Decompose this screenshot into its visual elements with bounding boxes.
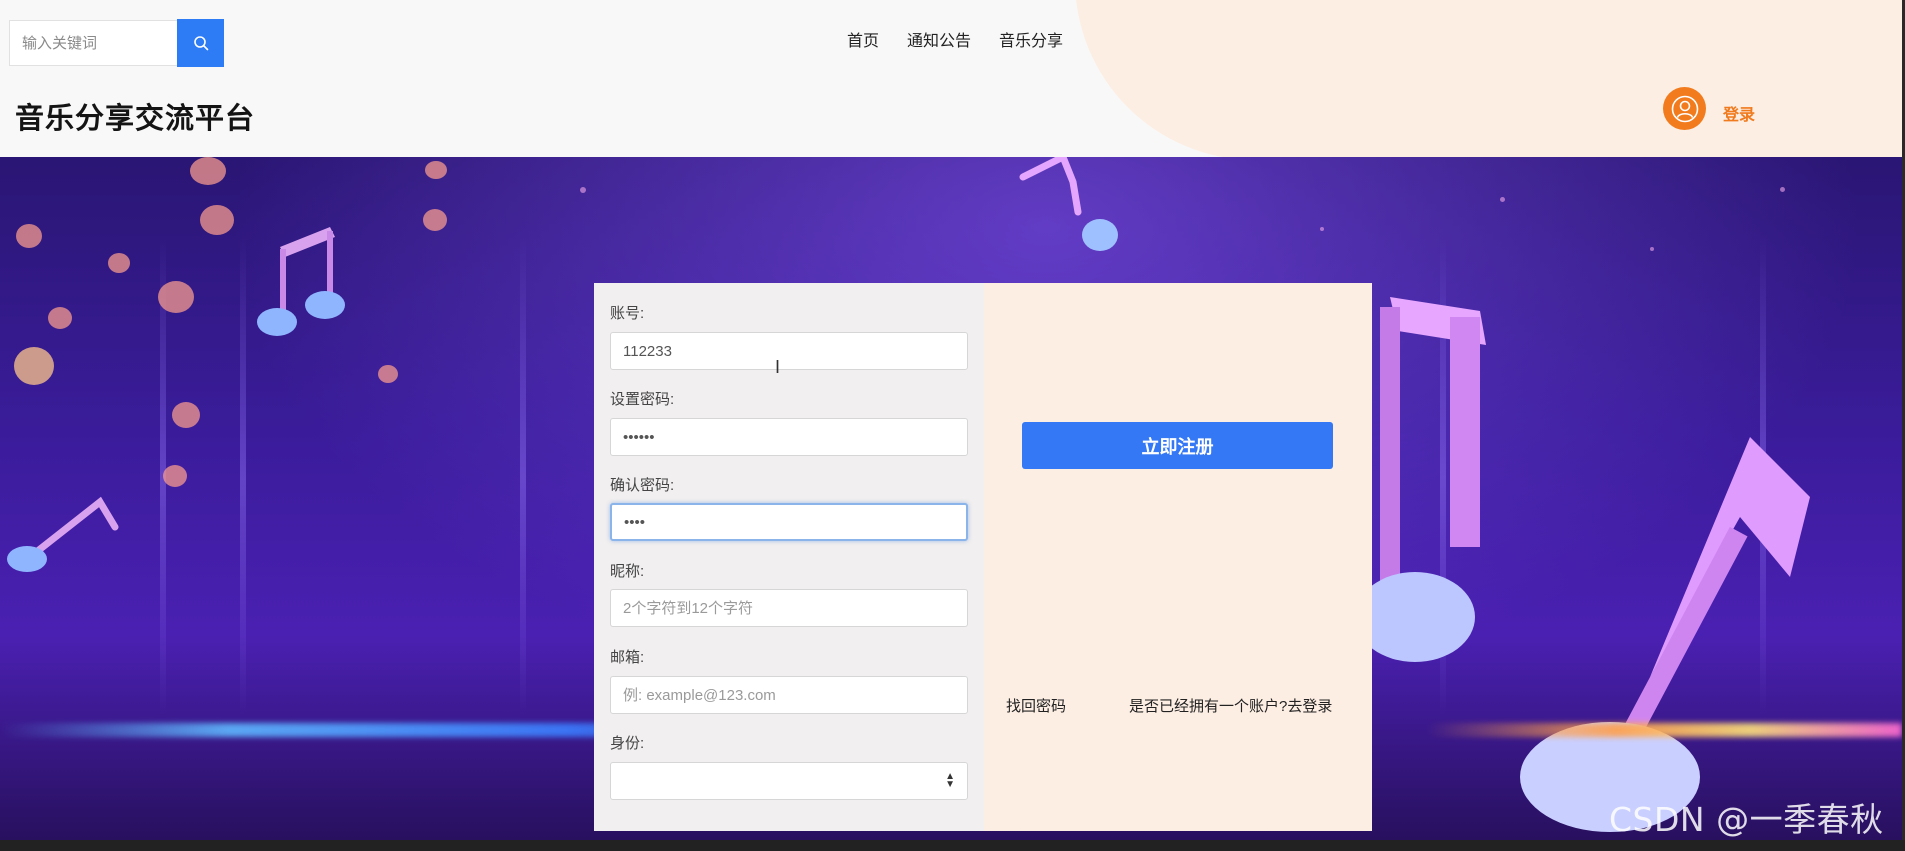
register-button[interactable]: 立即注册 xyxy=(1022,422,1333,469)
nickname-input[interactable] xyxy=(610,589,968,627)
search-button[interactable] xyxy=(177,19,224,67)
forgot-password-link[interactable]: 找回密码 xyxy=(1006,695,1066,716)
bokeh-dot xyxy=(16,224,42,248)
bokeh-dot xyxy=(163,465,187,487)
sparkle xyxy=(1780,187,1785,192)
nav-item-home[interactable]: 首页 xyxy=(847,27,879,51)
login-link[interactable]: 登录 xyxy=(1723,101,1755,125)
music-note-icon xyxy=(1370,297,1810,832)
header-decor-blob xyxy=(1075,0,1905,157)
user-avatar[interactable] xyxy=(1663,87,1706,130)
email-label: 邮箱: xyxy=(610,649,645,666)
bokeh-dot xyxy=(108,253,130,273)
go-login-link[interactable]: 是否已经拥有一个账户?去登录 xyxy=(1129,695,1332,716)
email-input[interactable] xyxy=(610,676,968,714)
confirm-password-label: 确认密码: xyxy=(610,477,675,494)
site-header: 首页 通知公告 音乐分享 音乐分享交流平台 登录 xyxy=(0,0,1905,157)
confirm-password-input[interactable] xyxy=(610,503,968,541)
music-note-icon xyxy=(257,227,345,336)
role-select[interactable]: ▲ ▼ xyxy=(610,762,968,800)
role-label: 身份: xyxy=(610,735,645,752)
bokeh-dot xyxy=(158,281,194,313)
bokeh-dot xyxy=(425,161,447,179)
main-nav: 首页 通知公告 音乐分享 xyxy=(847,27,1063,51)
bokeh-dot xyxy=(172,402,200,428)
sparkle xyxy=(1650,247,1654,251)
account-input[interactable] xyxy=(610,332,968,370)
window-bottom-edge xyxy=(0,840,1905,851)
user-avatar-icon xyxy=(1671,95,1698,122)
search-bar xyxy=(9,19,224,68)
music-note-icon xyxy=(7,496,119,572)
bokeh-dot xyxy=(48,307,72,329)
register-form: 账号: 设置密码: 确认密码: 昵称: 邮箱: 身份: ▲▼ xyxy=(594,283,984,831)
bokeh-dot xyxy=(190,157,226,185)
search-icon xyxy=(193,36,208,51)
register-panel: 账号: 设置密码: 确认密码: 昵称: 邮箱: 身份: ▲▼ 立即注册 找回密码… xyxy=(594,283,1372,831)
bokeh-dot xyxy=(200,205,234,235)
account-label: 账号: xyxy=(610,305,645,322)
nav-item-music-share[interactable]: 音乐分享 xyxy=(999,27,1063,51)
site-title: 音乐分享交流平台 xyxy=(15,103,256,135)
search-input[interactable] xyxy=(9,20,177,66)
text-cursor-icon: I xyxy=(775,357,781,377)
light-pillar xyxy=(520,237,526,717)
nav-item-notice[interactable]: 通知公告 xyxy=(907,27,971,51)
nickname-label: 昵称: xyxy=(610,563,645,580)
bokeh-dot xyxy=(423,209,447,231)
bokeh-dot xyxy=(378,365,398,383)
sparkle xyxy=(1320,227,1324,231)
light-pillar xyxy=(240,237,246,717)
music-note-icon xyxy=(1019,157,1118,251)
password-input[interactable] xyxy=(610,418,968,456)
register-actions: 立即注册 找回密码 是否已经拥有一个账户?去登录 xyxy=(984,283,1372,831)
password-label: 设置密码: xyxy=(610,391,675,408)
watermark: CSDN @一季春秋 xyxy=(1609,800,1884,839)
sparkle xyxy=(580,187,586,193)
bokeh-dot xyxy=(14,347,54,385)
select-arrows-icon: ▲ ▼ xyxy=(945,771,955,790)
sparkle xyxy=(1500,197,1505,202)
